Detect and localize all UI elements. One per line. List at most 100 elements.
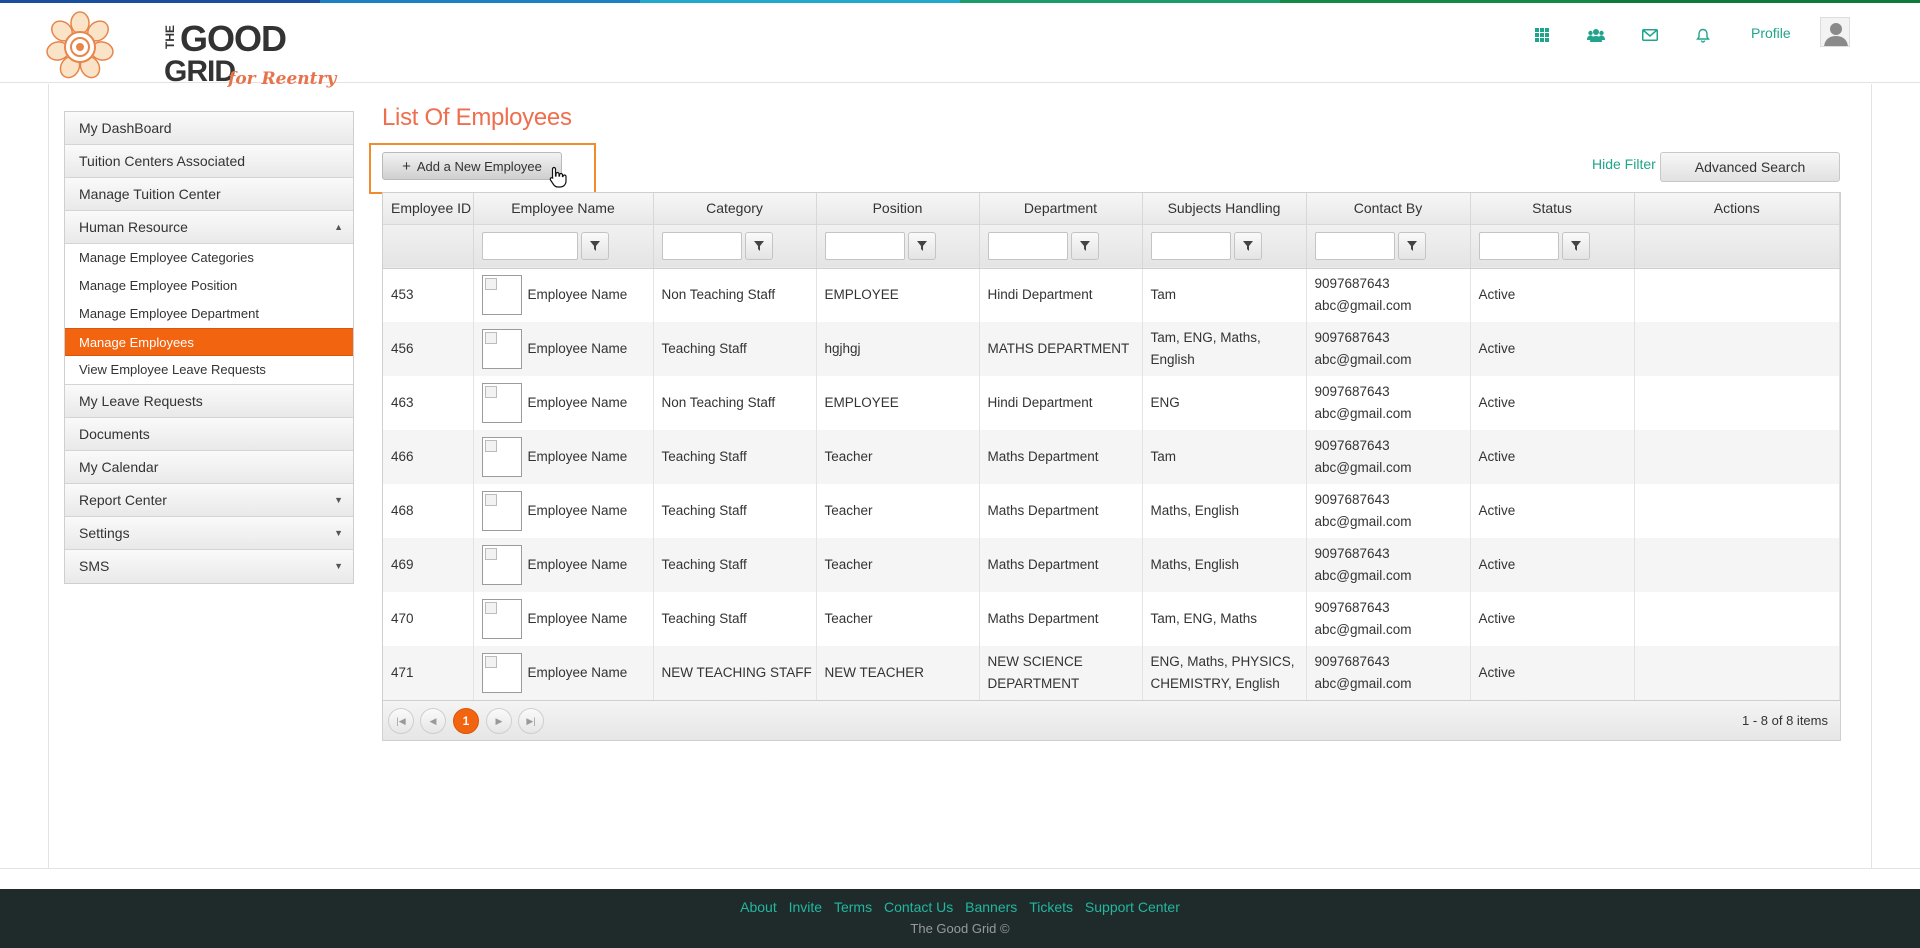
cell-actions: [1634, 646, 1840, 700]
col-header-employee-name[interactable]: Employee Name: [473, 193, 654, 224]
filter-input-status[interactable]: [1478, 232, 1559, 260]
logo[interactable]: THE GOOD GRID for Reentry: [46, 11, 336, 88]
prev-page-button[interactable]: ◀: [420, 708, 446, 734]
hide-filter-link[interactable]: Hide Filter: [1592, 156, 1656, 172]
cell-contact: 9097687643 abc@gmail.com: [1306, 484, 1471, 538]
sidebar-item-documents[interactable]: Documents: [65, 418, 353, 451]
sidebar-sub-manage-employee-department[interactable]: Manage Employee Department: [65, 300, 353, 328]
sidebar-item-dashboard[interactable]: My DashBoard: [65, 112, 353, 145]
employee-name-text[interactable]: Employee Name: [528, 557, 628, 572]
col-header-contact-by[interactable]: Contact By: [1306, 193, 1471, 224]
first-page-button[interactable]: |◀: [388, 708, 414, 734]
sidebar-item-tuition-centers-associated[interactable]: Tuition Centers Associated: [65, 145, 353, 178]
contact-phone: 9097687643: [1314, 546, 1390, 561]
table-row[interactable]: 470 Employee Name Teaching Staff Teacher…: [383, 592, 1840, 646]
filter-input-name[interactable]: [481, 232, 578, 260]
contact-email: abc@gmail.com: [1314, 406, 1412, 421]
avatar[interactable]: [1820, 17, 1850, 47]
filter-input-department[interactable]: [987, 232, 1068, 260]
footer-link-contact-us[interactable]: Contact Us: [884, 899, 953, 915]
filter-button[interactable]: [1561, 232, 1590, 260]
contact-email: abc@gmail.com: [1314, 352, 1412, 367]
cell-department: Maths Department: [979, 430, 1143, 484]
footer-link-invite[interactable]: Invite: [789, 899, 822, 915]
sidebar-item-my-calendar[interactable]: My Calendar: [65, 451, 353, 484]
employee-photo: [481, 653, 522, 693]
cell-status: Active: [1470, 376, 1635, 430]
next-page-button[interactable]: ▶: [486, 708, 512, 734]
filter-button[interactable]: [1397, 232, 1426, 260]
table-row[interactable]: 468 Employee Name Teaching Staff Teacher…: [383, 484, 1840, 538]
employee-name-text[interactable]: Employee Name: [528, 287, 628, 302]
sidebar-item-report-center[interactable]: Report Center ▼: [65, 484, 353, 517]
filter-button[interactable]: [744, 232, 773, 260]
cell-subjects: Tam: [1142, 268, 1307, 322]
filter-icon: [1570, 241, 1581, 251]
employee-name-text[interactable]: Employee Name: [528, 395, 628, 410]
filter-button[interactable]: [1233, 232, 1262, 260]
last-page-button[interactable]: ▶|: [518, 708, 544, 734]
cell-contact: 9097687643 abc@gmail.com: [1306, 322, 1471, 376]
filter-icon: [1242, 241, 1253, 251]
cell-category: Teaching Staff: [653, 322, 817, 376]
sidebar-item-manage-tuition-center[interactable]: Manage Tuition Center: [65, 178, 353, 211]
table-row[interactable]: 466 Employee Name Teaching Staff Teacher…: [383, 430, 1840, 484]
sidebar-item-sms[interactable]: SMS ▼: [65, 550, 353, 583]
cell-employee-id: 468: [383, 484, 474, 538]
mail-icon[interactable]: [1640, 25, 1660, 45]
cell-category: Teaching Staff: [653, 430, 817, 484]
filter-row: [383, 223, 1840, 269]
table-row[interactable]: 463 Employee Name Non Teaching Staff EMP…: [383, 376, 1840, 430]
filter-input-category[interactable]: [661, 232, 742, 260]
sidebar-item-settings[interactable]: Settings ▼: [65, 517, 353, 550]
users-icon[interactable]: [1586, 25, 1606, 45]
sidebar-item-human-resource[interactable]: Human Resource ▲: [65, 211, 353, 244]
table-row[interactable]: 453 Employee Name Non Teaching Staff EMP…: [383, 268, 1840, 322]
cell-employee-name: Employee Name: [473, 268, 654, 322]
col-header-department[interactable]: Department: [979, 193, 1143, 224]
sidebar-item-my-leave-requests[interactable]: My Leave Requests: [65, 385, 353, 418]
table-row[interactable]: 471 Employee Name NEW TEACHING STAFF NEW…: [383, 646, 1840, 700]
employee-name-text[interactable]: Employee Name: [528, 665, 628, 680]
table-row[interactable]: 456 Employee Name Teaching Staff hgjhgj …: [383, 322, 1840, 376]
col-header-status[interactable]: Status: [1470, 193, 1635, 224]
col-header-employee-id[interactable]: Employee ID: [383, 193, 474, 224]
bell-icon[interactable]: [1693, 25, 1713, 45]
employee-name-text[interactable]: Employee Name: [528, 449, 628, 464]
sidebar-sub-manage-employee-position[interactable]: Manage Employee Position: [65, 272, 353, 300]
page-1-button[interactable]: 1: [453, 708, 479, 734]
filter-button[interactable]: [580, 232, 609, 260]
employees-grid: Employee ID Employee Name Category Posit…: [382, 192, 1841, 741]
col-header-category[interactable]: Category: [653, 193, 817, 224]
table-row[interactable]: 469 Employee Name Teaching Staff Teacher…: [383, 538, 1840, 592]
filter-input-contact[interactable]: [1314, 232, 1395, 260]
employee-name-text[interactable]: Employee Name: [528, 341, 628, 356]
profile-link[interactable]: Profile: [1751, 25, 1791, 41]
employee-name-text[interactable]: Employee Name: [528, 611, 628, 626]
add-employee-label: Add a New Employee: [416, 158, 542, 174]
add-employee-button[interactable]: + Add a New Employee: [382, 152, 562, 180]
apps-grid-icon[interactable]: [1532, 25, 1552, 45]
employee-photo: [481, 275, 522, 316]
filter-input-position[interactable]: [824, 232, 905, 260]
advanced-search-button[interactable]: Advanced Search: [1660, 152, 1840, 182]
sidebar-sub-manage-employee-categories[interactable]: Manage Employee Categories: [65, 244, 353, 272]
cell-employee-id: 469: [383, 538, 474, 592]
sidebar-sub-view-employee-leave-requests[interactable]: View Employee Leave Requests: [65, 356, 353, 384]
sidebar-sub-manage-employees[interactable]: Manage Employees: [65, 328, 353, 356]
logo-the: THE: [163, 25, 177, 49]
footer-link-banners[interactable]: Banners: [965, 899, 1017, 915]
filter-input-subjects[interactable]: [1150, 232, 1231, 260]
cell-status: Active: [1470, 322, 1635, 376]
filter-button[interactable]: [1070, 232, 1099, 260]
employee-name-text[interactable]: Employee Name: [528, 503, 628, 518]
footer-link-about[interactable]: About: [740, 899, 777, 915]
footer-link-tickets[interactable]: Tickets: [1029, 899, 1073, 915]
filter-button[interactable]: [907, 232, 936, 260]
col-header-subjects-handling[interactable]: Subjects Handling: [1142, 193, 1307, 224]
footer-links: About Invite Terms Contact Us Banners Ti…: [0, 899, 1920, 915]
footer-link-support-center[interactable]: Support Center: [1085, 899, 1180, 915]
col-header-position[interactable]: Position: [816, 193, 980, 224]
footer-link-terms[interactable]: Terms: [834, 899, 872, 915]
contact-email: abc@gmail.com: [1314, 622, 1412, 637]
